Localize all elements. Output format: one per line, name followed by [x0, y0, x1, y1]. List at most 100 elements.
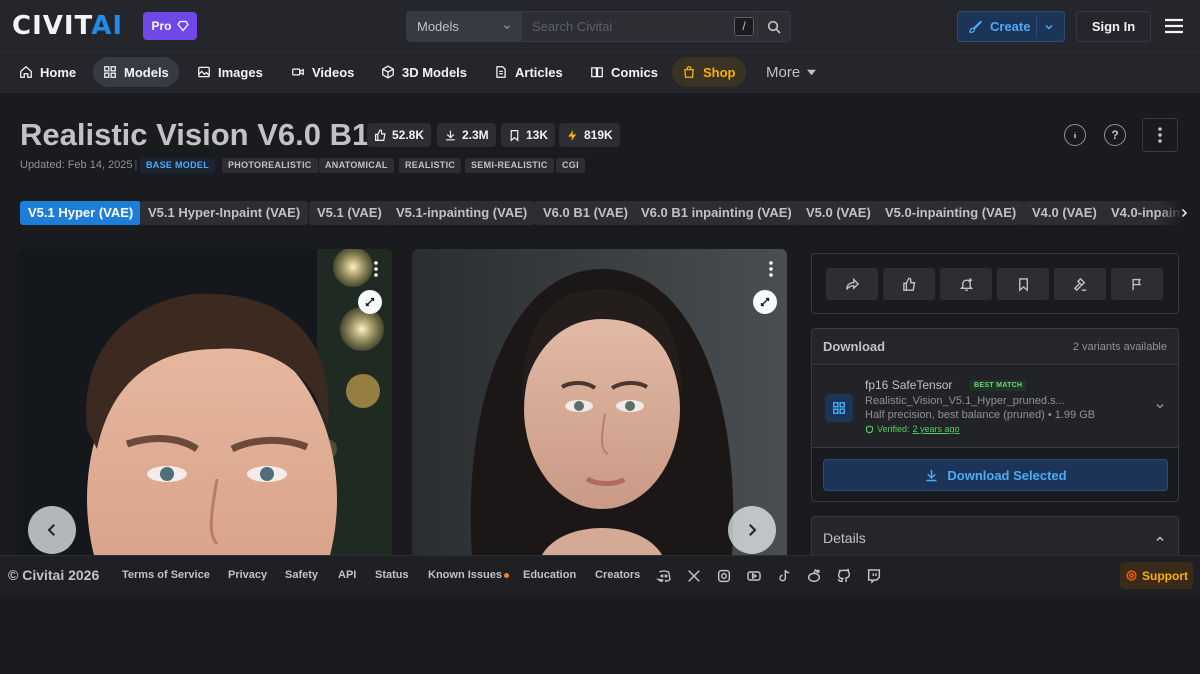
base-model-tag[interactable]: BASE MODEL: [140, 158, 216, 173]
tag-semi-realistic[interactable]: SEMI-REALISTIC: [465, 158, 554, 173]
brush-icon: [969, 20, 983, 33]
nav-comics[interactable]: Comics: [580, 57, 668, 87]
pro-badge-button[interactable]: Pro: [143, 12, 197, 40]
download-selected-button[interactable]: Download Selected: [823, 459, 1168, 491]
tag-photorealistic[interactable]: PHOTOREALISTIC: [222, 158, 318, 173]
download-icon: [446, 130, 455, 140]
footer-link-creators[interactable]: Creators: [595, 569, 640, 581]
support-label: Support: [1142, 568, 1188, 583]
twitch-icon[interactable]: [866, 568, 882, 584]
info-button[interactable]: [1064, 124, 1086, 146]
gallery-image[interactable]: [17, 249, 392, 555]
nav-shop[interactable]: Shop: [672, 57, 746, 87]
nav-label: Home: [40, 64, 77, 80]
version-tab[interactable]: V6.0 B1 inpainting (VAE): [633, 201, 800, 225]
nav-label: Images: [218, 64, 263, 80]
copyright: © Civitai 2026: [8, 567, 100, 583]
remix-button[interactable]: [753, 290, 777, 314]
search-button[interactable]: [757, 12, 790, 41]
likes-count: 52.8K: [392, 128, 425, 142]
reddit-icon[interactable]: [806, 568, 822, 584]
footer-link-api[interactable]: API: [338, 569, 356, 581]
updated-text: Updated: Feb 14, 2025: [20, 159, 133, 171]
carousel-prev-button[interactable]: [28, 506, 76, 554]
youtube-icon[interactable]: [746, 568, 762, 584]
download-icon: [926, 469, 937, 481]
nav-images[interactable]: Images: [187, 57, 273, 87]
version-tab[interactable]: V5.0 (VAE): [798, 201, 879, 225]
nav-videos[interactable]: Videos: [281, 57, 364, 87]
image-icon: [198, 66, 210, 78]
downloads-stat: 2.3M: [437, 123, 496, 147]
version-tabs: V5.1 Hyper (VAE) V5.1 Hyper-Inpaint (VAE…: [0, 195, 1200, 231]
footer: © Civitai 2026 Terms of Service Privacy …: [0, 555, 1200, 595]
footer-link-education[interactable]: Education: [523, 569, 576, 581]
nav-more[interactable]: More: [756, 57, 826, 87]
footer-link-terms[interactable]: Terms of Service: [122, 569, 210, 581]
buzz-stat[interactable]: 819K: [559, 123, 620, 147]
github-icon[interactable]: [836, 568, 852, 584]
tag-anatomical[interactable]: ANATOMICAL: [319, 158, 394, 173]
bookmark-button[interactable]: [997, 268, 1049, 300]
logo-accent: AI: [91, 11, 124, 41]
create-button[interactable]: Create: [957, 11, 1065, 42]
footer-link-privacy[interactable]: Privacy: [228, 569, 267, 581]
diamond-icon: [176, 20, 189, 32]
bookmark-icon: [510, 129, 519, 142]
sign-in-button[interactable]: Sign In: [1076, 11, 1151, 42]
more-options-button[interactable]: [1142, 118, 1178, 152]
support-button[interactable]: Support: [1120, 562, 1193, 589]
discord-icon[interactable]: [656, 568, 672, 584]
scroll-right-button[interactable]: [1158, 201, 1200, 225]
gallery-image[interactable]: [412, 249, 787, 555]
tiktok-icon[interactable]: [776, 568, 792, 584]
details-title: Details: [823, 530, 866, 546]
notify-button[interactable]: [940, 268, 992, 300]
info-icon: [1074, 132, 1076, 138]
like-button[interactable]: [883, 268, 935, 300]
version-tab[interactable]: V5.0-inpainting (VAE): [877, 201, 1025, 225]
auction-button[interactable]: [1054, 268, 1106, 300]
search-shortcut-key: /: [734, 17, 754, 36]
remix-button[interactable]: [358, 290, 382, 314]
carousel-next-button[interactable]: [728, 506, 776, 554]
x-twitter-icon[interactable]: [686, 568, 702, 584]
bookmarks-stat[interactable]: 13K: [501, 123, 556, 147]
version-tab[interactable]: V5.1-inpainting (VAE): [388, 201, 536, 225]
footer-link-safety[interactable]: Safety: [285, 569, 318, 581]
instagram-icon[interactable]: [716, 568, 732, 584]
version-tab[interactable]: V6.0 B1 (VAE): [535, 201, 637, 225]
footer-link-status[interactable]: Status: [375, 569, 409, 581]
civitai-logo[interactable]: CIVITAI: [12, 12, 123, 40]
tag-cgi[interactable]: CGI: [556, 158, 585, 173]
variant-filename: Realistic_Vision_V5.1_Hyper_pruned.s...: [865, 395, 1065, 407]
nav-3d-models[interactable]: 3D Models: [371, 57, 477, 87]
version-tab[interactable]: V5.1 (VAE): [309, 201, 390, 225]
cube-icon: [382, 65, 394, 79]
nav-models[interactable]: Models: [93, 57, 179, 87]
nav-home[interactable]: Home: [9, 57, 86, 87]
book-icon: [591, 67, 603, 78]
flag-icon: [1131, 278, 1141, 290]
separator: |: [134, 159, 138, 171]
logo-text: CIVIT: [12, 11, 92, 41]
nav-articles[interactable]: Articles: [484, 57, 573, 87]
share-button[interactable]: [826, 268, 878, 300]
vertical-dots-icon[interactable]: [769, 261, 773, 277]
variants-count: 2 variants available: [1072, 340, 1167, 353]
search-type-select[interactable]: Models: [407, 12, 522, 41]
report-button[interactable]: [1111, 268, 1163, 300]
tag-realistic[interactable]: REALISTIC: [399, 158, 462, 173]
pro-label: Pro: [151, 19, 172, 33]
article-icon: [496, 66, 506, 78]
version-tab[interactable]: V5.1 Hyper (VAE): [20, 201, 142, 225]
menu-icon[interactable]: [1163, 16, 1185, 36]
file-variant-item[interactable]: fp16 SafeTensor BEST MATCH Realistic_Vis…: [812, 366, 1178, 448]
help-button[interactable]: ?: [1104, 124, 1126, 146]
vertical-dots-icon[interactable]: [374, 261, 378, 277]
bookmarks-count: 13K: [526, 128, 549, 142]
footer-link-known-issues[interactable]: Known Issues: [428, 569, 502, 581]
chevron-up-icon: [1156, 536, 1164, 542]
version-tab[interactable]: V5.1 Hyper-Inpaint (VAE): [140, 201, 309, 225]
version-tab[interactable]: V4.0 (VAE): [1024, 201, 1105, 225]
